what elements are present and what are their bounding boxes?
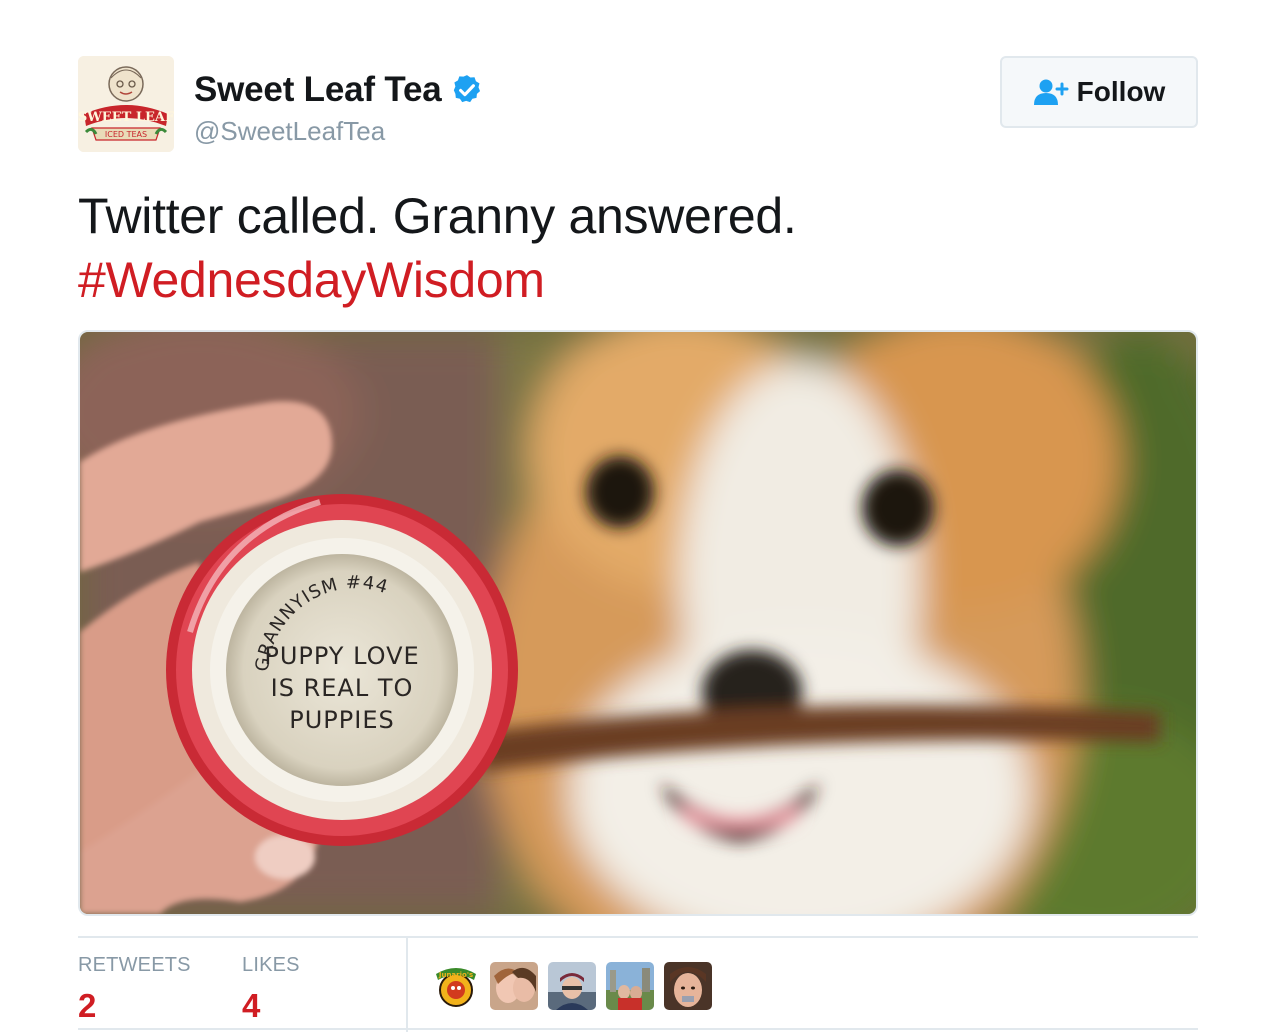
retweets-label: RETWEETS (78, 954, 191, 976)
corgi-bottlecap-photo: GRANNYISM #44 PUPPY LOVE IS REAL TO PUPP… (80, 332, 1196, 914)
tweet-text: Twitter called. Granny answered. #Wednes… (78, 184, 1198, 312)
follow-button-label: Follow (1076, 76, 1166, 107)
liker-photo (548, 962, 596, 1010)
retweets-count: 2 (78, 987, 97, 1024)
likes-stat[interactable]: LIKES 4 (242, 954, 300, 1025)
tweet-header: SWEET LEAF ICED TEAS Sweet Leaf Tea @Swe… (78, 56, 1198, 152)
tweet-body: Twitter called. Granny answered. (78, 188, 797, 244)
liker-avatar[interactable] (490, 962, 538, 1010)
tweet-photo[interactable]: GRANNYISM #44 PUPPY LOVE IS REAL TO PUPP… (78, 330, 1198, 916)
liker-photo (490, 962, 538, 1010)
liker-photo (664, 962, 712, 1010)
stats-divider (406, 938, 408, 1032)
svg-text:Junario's: Junario's (438, 971, 473, 979)
account-name-block: Sweet Leaf Tea @SweetLeafTea (194, 70, 484, 147)
tweet-stats: RETWEETS 2 LIKES 4 Junario's (78, 936, 1198, 1032)
junarios-logo: Junario's (432, 962, 480, 1010)
sweet-leaf-logo: SWEET LEAF ICED TEAS (78, 56, 174, 152)
likers-list: Junario's (432, 962, 712, 1010)
liker-avatar[interactable] (664, 962, 712, 1010)
retweets-stat[interactable]: RETWEETS 2 (78, 954, 191, 1025)
follow-button[interactable]: Follow (1000, 56, 1198, 128)
liker-photo (606, 962, 654, 1010)
liker-avatar[interactable] (606, 962, 654, 1010)
svg-text:ICED TEAS: ICED TEAS (105, 130, 147, 139)
account-handle[interactable]: @SweetLeafTea (194, 116, 484, 147)
add-user-icon (1033, 79, 1069, 105)
account-avatar[interactable]: SWEET LEAF ICED TEAS (78, 56, 174, 152)
display-name[interactable]: Sweet Leaf Tea (194, 70, 442, 110)
cap-line-2: IS REAL TO (271, 674, 414, 702)
likes-count: 4 (242, 987, 261, 1024)
verified-badge-icon (453, 75, 480, 103)
liker-avatar[interactable]: Junario's (432, 962, 480, 1010)
cap-line-1: PUPPY LOVE (264, 642, 419, 670)
hashtag-link[interactable]: #WednesdayWisdom (78, 248, 1198, 312)
cap-line-3: PUPPIES (289, 706, 394, 734)
svg-text:SWEET LEAF: SWEET LEAF (78, 110, 174, 125)
likes-label: LIKES (242, 954, 300, 976)
liker-avatar[interactable] (548, 962, 596, 1010)
bottom-divider (78, 1028, 1198, 1030)
